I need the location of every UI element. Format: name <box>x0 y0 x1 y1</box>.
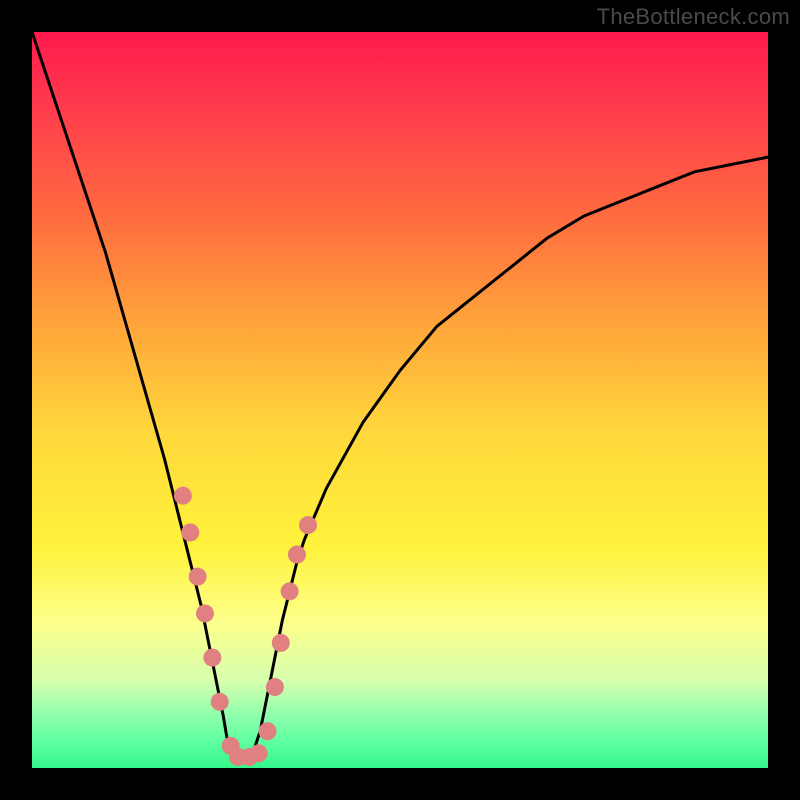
data-marker <box>266 678 284 696</box>
data-marker <box>196 604 214 622</box>
data-marker <box>211 693 229 711</box>
markers-group <box>174 487 317 766</box>
watermark-text: TheBottleneck.com <box>597 4 790 30</box>
data-marker <box>288 546 306 564</box>
data-marker <box>259 722 277 740</box>
data-marker <box>189 568 207 586</box>
data-marker <box>250 744 268 762</box>
plot-area <box>32 32 768 768</box>
data-marker <box>174 487 192 505</box>
chart-frame: TheBottleneck.com <box>0 0 800 800</box>
data-marker <box>181 523 199 541</box>
data-marker <box>299 516 317 534</box>
curve-right-branch <box>238 157 768 761</box>
curve-svg <box>32 32 768 768</box>
data-marker <box>272 634 290 652</box>
data-marker <box>203 649 221 667</box>
data-marker <box>281 582 299 600</box>
